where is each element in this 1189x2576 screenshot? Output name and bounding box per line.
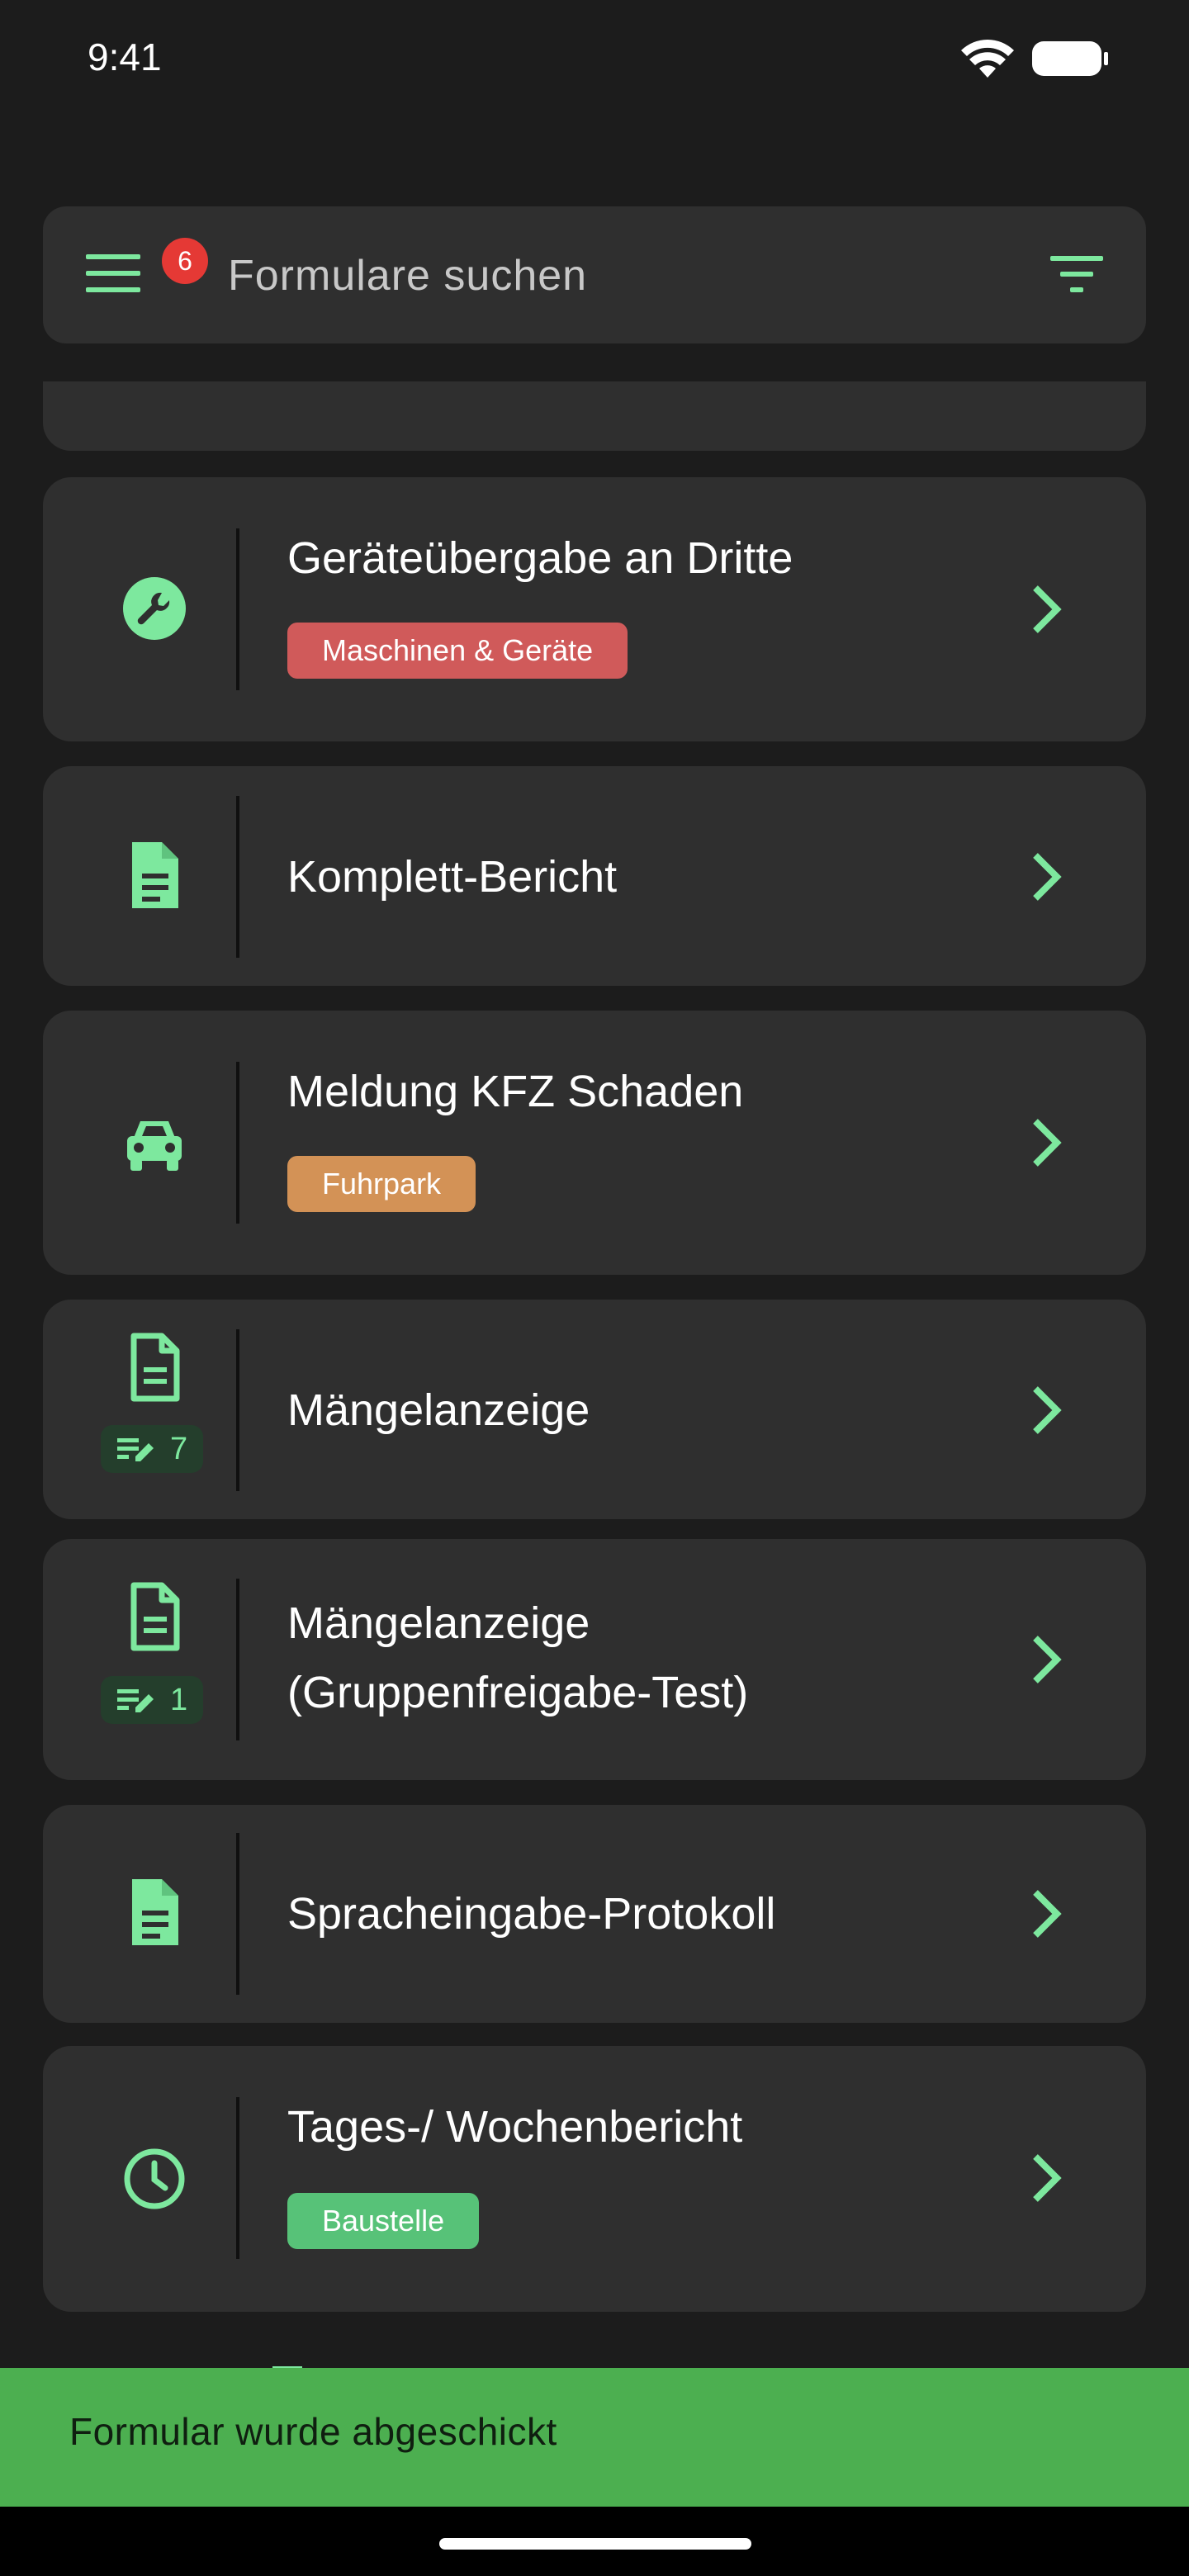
- status-time: 9:41: [88, 36, 162, 78]
- wrench-icon: [123, 577, 186, 640]
- form-title: Geräteübergabe an Dritte: [287, 533, 793, 583]
- notification-badge: 6: [162, 238, 208, 284]
- form-title: Spracheingabe-Protokoll: [287, 1889, 776, 1939]
- chevron-right-icon: [1033, 1636, 1062, 1683]
- chevron-right-icon: [1033, 1890, 1062, 1938]
- chevron-right-icon: [1033, 1386, 1062, 1434]
- snackbar-message: Formular wurde abgeschickt: [69, 2410, 557, 2453]
- hamburger-menu-icon: [86, 254, 140, 292]
- menu-button[interactable]: 6: [86, 238, 208, 305]
- form-item-komplett-bericht[interactable]: Komplett-Bericht: [43, 766, 1146, 986]
- form-title: Mängelanzeige: [287, 1385, 590, 1435]
- form-item-geraeteuebergabe[interactable]: Geräteübergabe an Dritte Maschinen & Ger…: [43, 477, 1146, 741]
- card-divider: [236, 1329, 239, 1491]
- chevron-right-icon: [1033, 2154, 1062, 2202]
- form-title-line-2: (Gruppenfreigabe-Test): [287, 1668, 749, 1717]
- form-item-spracheingabe-protokoll[interactable]: Spracheingabe-Protokoll: [43, 1805, 1146, 2023]
- battery-icon: [1032, 41, 1108, 76]
- card-divider: [236, 528, 239, 690]
- category-tag-baustelle: Baustelle: [287, 2193, 480, 2249]
- form-list[interactable]: Geräteübergabe an Dritte Maschinen & Ger…: [0, 381, 1189, 2370]
- home-indicator[interactable]: [439, 2538, 751, 2550]
- status-bar: 9:41: [0, 0, 1189, 116]
- card-divider: [236, 1833, 239, 1995]
- form-title: Tages-/ Wochenbericht: [287, 2102, 743, 2152]
- draft-count: 7: [170, 1432, 188, 1466]
- chevron-right-icon: [1033, 853, 1062, 901]
- draft-edit-icon: [117, 1689, 154, 1712]
- card-divider: [236, 2097, 239, 2259]
- wifi-icon: [961, 40, 1014, 78]
- form-title: Komplett-Bericht: [287, 852, 618, 902]
- document-icon: [130, 1582, 180, 1651]
- document-icon: [130, 1333, 180, 1402]
- clock-icon: [124, 2148, 185, 2209]
- search-bar: 6: [43, 206, 1146, 343]
- form-item-kfz-schaden[interactable]: Meldung KFZ Schaden Fuhrpark: [43, 1011, 1146, 1275]
- snackbar: Formular wurde abgeschickt: [0, 2368, 1189, 2507]
- form-title: Meldung KFZ Schaden: [287, 1067, 744, 1116]
- chevron-right-icon: [1033, 1119, 1062, 1167]
- card-divider: [236, 1062, 239, 1224]
- category-tag-fuhrpark: Fuhrpark: [287, 1156, 476, 1212]
- car-icon: [127, 1121, 182, 1171]
- form-item-maengelanzeige-gruppenfreigabe[interactable]: 1 Mängelanzeige (Gruppenfreigabe-Test): [43, 1539, 1146, 1780]
- card-divider: [236, 796, 239, 958]
- search-input[interactable]: [226, 238, 973, 314]
- draft-count-badge: 7: [101, 1425, 203, 1473]
- form-item-maengelanzeige[interactable]: 7 Mängelanzeige: [43, 1300, 1146, 1519]
- form-item-tages-wochenbericht[interactable]: Tages-/ Wochenbericht Baustelle: [43, 2046, 1146, 2312]
- draft-count: 1: [170, 1683, 188, 1717]
- category-tag-maschinen: Maschinen & Geräte: [287, 623, 628, 679]
- document-icon: [132, 842, 178, 908]
- document-icon: [132, 1879, 178, 1945]
- draft-count-badge: 1: [101, 1676, 203, 1724]
- draft-edit-icon: [117, 1438, 154, 1461]
- card-divider: [236, 1579, 239, 1740]
- system-navigation-area: [0, 2507, 1189, 2576]
- list-item-partial[interactable]: [43, 381, 1146, 451]
- chevron-right-icon: [1033, 585, 1062, 633]
- form-title-line-1: Mängelanzeige: [287, 1598, 590, 1648]
- filter-icon[interactable]: [1047, 249, 1106, 299]
